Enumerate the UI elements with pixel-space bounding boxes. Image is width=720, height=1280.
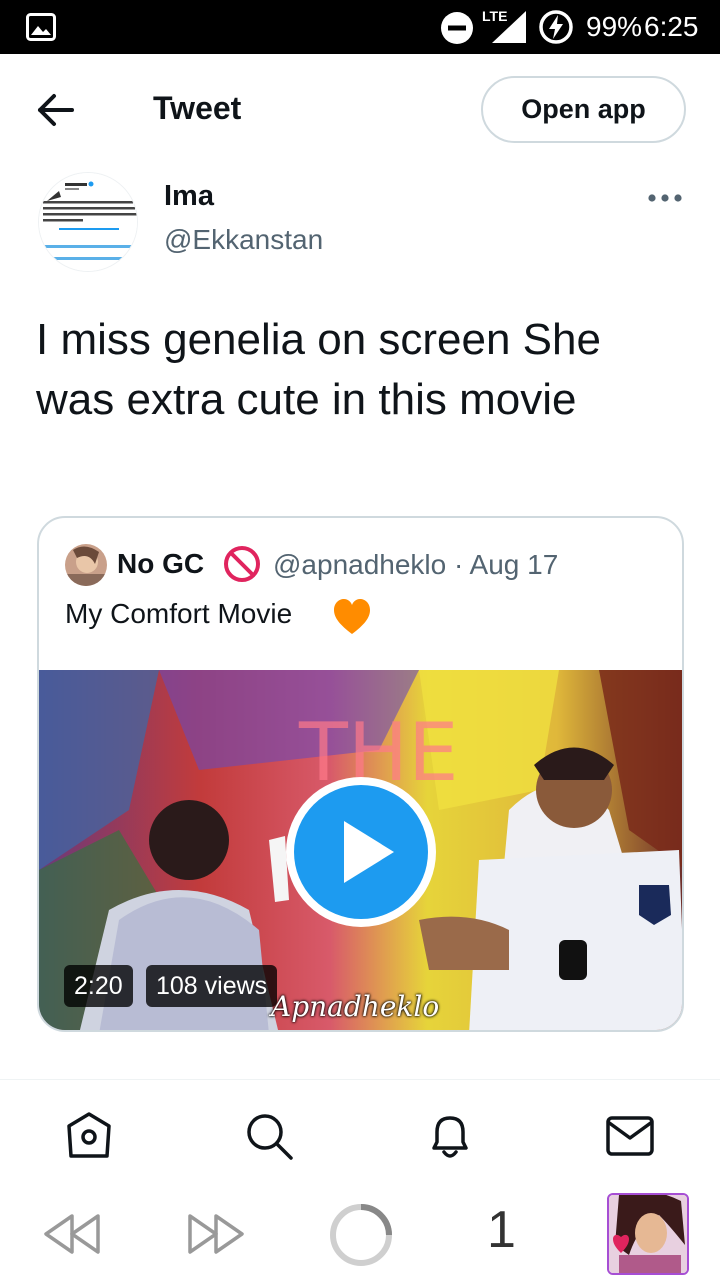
- battery-level: 99%: [586, 11, 643, 42]
- no-entry-icon: [224, 546, 260, 582]
- header: Tweet Open app: [0, 54, 720, 166]
- notifications-icon[interactable]: [424, 1110, 476, 1162]
- status-bar: LTE 99% 6:25: [0, 0, 720, 54]
- open-app-button[interactable]: Open app: [481, 76, 686, 143]
- more-icon[interactable]: [646, 186, 684, 210]
- tab-count[interactable]: 1: [487, 1200, 516, 1260]
- author-avatar[interactable]: [38, 172, 138, 272]
- quoted-author-name: No GC: [117, 548, 205, 579]
- back-arrow-icon[interactable]: [36, 92, 76, 128]
- profile-image: [609, 1195, 687, 1273]
- loading-icon[interactable]: [326, 1200, 396, 1270]
- do-not-disturb-icon: [441, 12, 473, 44]
- home-icon[interactable]: [63, 1110, 115, 1162]
- gallery-icon: [26, 13, 56, 41]
- quoted-author-avatar: [65, 544, 107, 586]
- author-name[interactable]: Ima: [164, 180, 214, 213]
- search-icon[interactable]: [243, 1110, 295, 1162]
- tweet-text: I miss genelia on screen She was extra c…: [36, 315, 601, 424]
- quoted-tweet-card[interactable]: No GC @apnadheklo · Aug 17 My Comfort Mo…: [37, 516, 684, 1032]
- page-title: Tweet: [153, 90, 242, 126]
- video-views: 108 views: [146, 965, 278, 1007]
- orange-heart-icon: [334, 599, 370, 634]
- battery-charging-icon: [539, 10, 573, 44]
- quoted-text: My Comfort Movie: [65, 598, 293, 629]
- browser-controls: 1: [0, 1180, 720, 1280]
- video-duration: 2:20: [64, 965, 133, 1007]
- video-watermark: Apnadheklo: [271, 990, 440, 1023]
- author-handle[interactable]: @Ekkanstan: [164, 224, 323, 256]
- clock: 6:25: [644, 11, 699, 42]
- rewind-icon[interactable]: [42, 1210, 102, 1258]
- signal-icon: [492, 11, 526, 43]
- profile-thumbnail[interactable]: [607, 1193, 689, 1275]
- avatar-image: [39, 173, 137, 271]
- quoted-meta: @apnadheklo · Aug 17: [273, 549, 559, 580]
- fast-forward-icon[interactable]: [186, 1210, 246, 1258]
- play-icon: [294, 785, 428, 919]
- video-thumbnail[interactable]: THE 2:20 108 views Apnadheklo: [39, 670, 682, 1030]
- play-button[interactable]: [286, 777, 436, 927]
- messages-icon[interactable]: [604, 1110, 656, 1162]
